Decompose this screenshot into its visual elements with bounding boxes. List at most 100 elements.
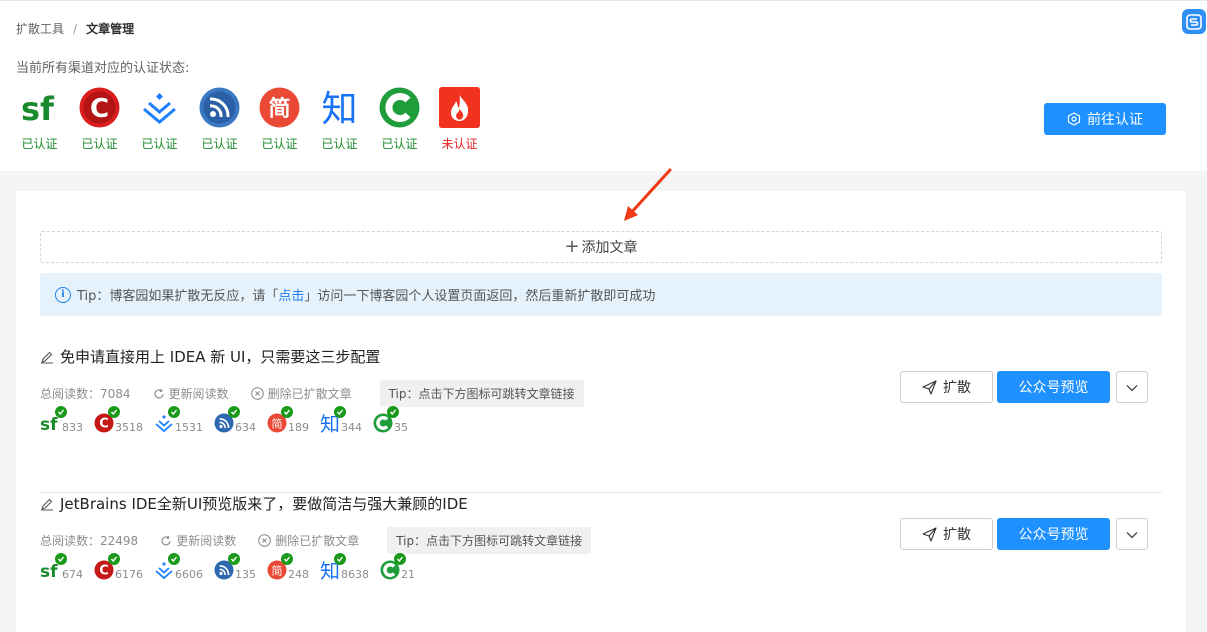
annotation-arrow-icon xyxy=(620,166,674,228)
article-meta: 总阅读数：7084 更新阅读数 删除已扩散文章 Tip：点击下方图标可跳转文章链… xyxy=(40,380,584,407)
spread-label: 扩散 xyxy=(943,527,971,543)
tip-text-before: Tip：博客园如果扩散无反应，请「 xyxy=(77,289,279,304)
article-actions: 扩散 公众号预览 xyxy=(900,371,1148,403)
zhihu-icon: 知 xyxy=(319,87,360,128)
article-meta: 总阅读数：22498 更新阅读数 删除已扩散文章 Tip：点击下方图标可跳转文章… xyxy=(40,527,592,554)
platform-link-juejin[interactable]: 6606 xyxy=(153,553,203,581)
channel-toutiao[interactable]: 未认证 xyxy=(439,87,499,152)
channel-status: 已认证 xyxy=(261,137,298,151)
channel-zhihu[interactable]: 知 已认证 xyxy=(319,87,379,152)
article-title[interactable]: 免申请直接用上 IDEA 新 UI，只需要这三步配置 xyxy=(40,346,380,367)
article-actions: 扩散 公众号预览 xyxy=(900,518,1148,550)
add-article-label: 添加文章 xyxy=(581,240,638,256)
svg-text:sf: sf xyxy=(21,90,55,128)
svg-text:sf: sf xyxy=(40,415,58,434)
channel-sf[interactable]: sf 已认证 xyxy=(19,87,79,152)
spread-label: 扩散 xyxy=(943,380,971,396)
platform-link-cnblogs[interactable]: 21 xyxy=(379,553,415,581)
platform-read-count: 634 xyxy=(235,421,256,434)
article-title-text: 免申请直接用上 IDEA 新 UI，只需要这三步配置 xyxy=(60,348,381,366)
refresh-icon xyxy=(160,535,172,547)
app-logo-icon[interactable] xyxy=(1182,9,1206,34)
refresh-reads-button[interactable]: 更新阅读数 xyxy=(160,532,236,549)
edit-icon[interactable] xyxy=(40,497,54,511)
wechat-preview-button[interactable]: 公众号预览 xyxy=(997,371,1110,403)
tip-link[interactable]: 点击 xyxy=(278,285,304,304)
platform-read-count: 35 xyxy=(394,421,408,434)
svg-text:C: C xyxy=(99,417,109,432)
more-dropdown-button[interactable] xyxy=(1116,371,1148,403)
check-icon xyxy=(108,406,120,418)
channel-juejin[interactable]: 已认证 xyxy=(139,87,199,152)
add-article-button[interactable]: + 添加文章 xyxy=(40,231,1162,263)
channel-status: 已认证 xyxy=(321,137,358,151)
platform-read-count: 8638 xyxy=(341,568,369,581)
article-tip: Tip：点击下方图标可跳转文章链接 xyxy=(379,380,584,407)
channel-status: 已认证 xyxy=(141,137,178,151)
platform-link-csdn[interactable]: C 3518 xyxy=(93,406,143,434)
delete-spread-button[interactable]: 删除已扩散文章 xyxy=(250,385,352,402)
wechat-preview-button[interactable]: 公众号预览 xyxy=(997,518,1110,550)
edit-icon[interactable] xyxy=(40,350,54,364)
platform-link-zhihu[interactable]: 知 344 xyxy=(319,406,362,434)
rss-icon xyxy=(199,87,240,128)
channel-jianshu[interactable]: 简 已认证 xyxy=(259,87,319,152)
platform-links: sf 833 C 3518 1531 634 简 189 知 344 35 xyxy=(40,406,418,434)
platform-link-zhihu[interactable]: 知 8638 xyxy=(319,553,369,581)
refresh-reads-label: 更新阅读数 xyxy=(176,534,237,548)
platform-read-count: 1531 xyxy=(175,421,203,434)
channel-csdn[interactable]: C 已认证 xyxy=(79,87,139,152)
check-icon xyxy=(108,553,120,565)
channel-oschina[interactable]: 已认证 xyxy=(199,87,259,152)
platform-read-count: 21 xyxy=(401,568,415,581)
platform-link-sf[interactable]: sf 833 xyxy=(40,406,83,434)
platform-link-oschina[interactable]: 135 xyxy=(213,553,256,581)
more-dropdown-button[interactable] xyxy=(1116,518,1148,550)
platform-link-csdn[interactable]: C 6176 xyxy=(93,553,143,581)
svg-text:简: 简 xyxy=(272,417,283,431)
article-title[interactable]: JetBrains IDE全新UI预览版来了，要做简洁与强大兼顾的IDE xyxy=(40,493,468,514)
check-icon xyxy=(334,406,346,418)
breadcrumb-parent[interactable]: 扩散工具 xyxy=(16,20,64,37)
spread-button[interactable]: 扩散 xyxy=(900,371,993,403)
check-icon xyxy=(168,553,180,565)
refresh-reads-label: 更新阅读数 xyxy=(168,387,229,401)
platform-link-cnblogs[interactable]: 35 xyxy=(372,406,408,434)
platform-read-count: 135 xyxy=(235,568,256,581)
platform-link-oschina[interactable]: 634 xyxy=(213,406,256,434)
delete-spread-button[interactable]: 删除已扩散文章 xyxy=(258,532,359,549)
platform-link-jianshu[interactable]: 简 248 xyxy=(266,553,309,581)
chevron-down-icon xyxy=(1126,527,1138,542)
platform-read-count: 674 xyxy=(62,568,83,581)
article-title-text: JetBrains IDE全新UI预览版来了，要做简洁与强大兼顾的IDE xyxy=(60,495,468,513)
hexagon-icon xyxy=(1067,112,1081,126)
platform-link-juejin[interactable]: 1531 xyxy=(153,406,203,434)
article-card: 免申请直接用上 IDEA 新 UI，只需要这三步配置 总阅读数：7084 更新阅… xyxy=(40,346,1162,493)
refresh-reads-button[interactable]: 更新阅读数 xyxy=(153,385,229,402)
goto-auth-button[interactable]: 前往认证 xyxy=(1044,103,1166,135)
channel-cnblogs[interactable]: 已认证 xyxy=(379,87,439,152)
platform-read-count: 6606 xyxy=(175,568,203,581)
goto-auth-label: 前往认证 xyxy=(1087,112,1143,128)
check-icon xyxy=(168,406,180,418)
tip-banner: i Tip：博客园如果扩散无反应，请「 点击 」访问一下博客园个人设置页面返回，… xyxy=(40,273,1162,316)
delete-spread-label: 删除已扩散文章 xyxy=(267,387,352,401)
juejin-icon xyxy=(139,87,180,128)
channel-status: 已认证 xyxy=(21,137,58,151)
check-icon xyxy=(55,553,67,565)
platform-links: sf 674 C 6176 6606 135 简 248 知 8638 21 xyxy=(40,553,425,581)
close-circle-icon xyxy=(258,534,272,547)
tip-text-after: 」访问一下博客园个人设置页面返回，然后重新扩散即可成功 xyxy=(304,289,656,304)
platform-link-sf[interactable]: sf 674 xyxy=(40,553,83,581)
channel-status: 已认证 xyxy=(381,137,418,151)
article-tip: Tip：点击下方图标可跳转文章链接 xyxy=(387,527,592,554)
total-reads: 总阅读数：22498 xyxy=(40,534,139,548)
breadcrumb-separator: / xyxy=(73,21,78,36)
spread-button[interactable]: 扩散 xyxy=(900,518,993,550)
check-icon xyxy=(228,406,240,418)
svg-text:简: 简 xyxy=(268,96,290,122)
platform-read-count: 3518 xyxy=(115,421,143,434)
platform-read-count: 6176 xyxy=(115,568,143,581)
platform-link-jianshu[interactable]: 简 189 xyxy=(266,406,309,434)
check-icon xyxy=(55,406,67,418)
